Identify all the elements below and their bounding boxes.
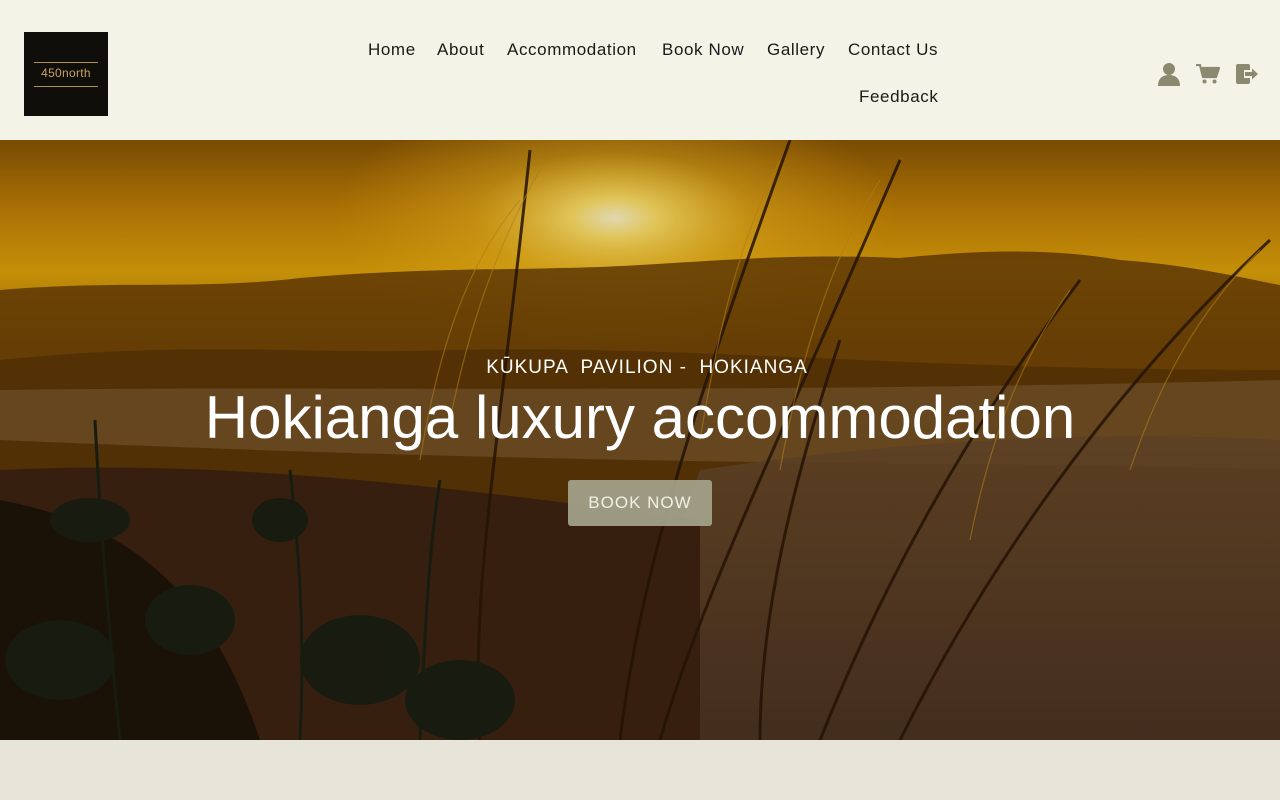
logo-rule-bottom <box>34 86 98 87</box>
hero-eyebrow: KŪKUPA PAVILION - HOKIANGA <box>486 357 808 378</box>
hero-headline: Hokianga luxury accommodation <box>204 384 1076 451</box>
nav-book-now[interactable]: Book Now <box>662 40 744 60</box>
user-icon[interactable] <box>1158 62 1180 86</box>
nav-contact-us[interactable]: Contact Us <box>848 40 938 60</box>
next-section <box>0 740 1280 800</box>
nav-home[interactable]: Home <box>368 40 416 60</box>
nav-about[interactable]: About <box>437 40 484 60</box>
site-logo[interactable]: 450north <box>24 32 108 116</box>
logout-icon[interactable] <box>1235 64 1259 84</box>
hero-banner: KŪKUPA PAVILION - HOKIANGA Hokianga luxu… <box>0 140 1280 740</box>
site-header: 450north Home About Accommodation Book N… <box>0 0 1280 140</box>
nav-accommodation[interactable]: Accommodation <box>507 40 637 60</box>
nav-feedback[interactable]: Feedback <box>859 87 938 107</box>
nav-gallery[interactable]: Gallery <box>767 40 825 60</box>
book-now-button[interactable]: BOOK NOW <box>568 480 712 526</box>
cart-icon[interactable] <box>1196 64 1220 84</box>
logo-rule-top <box>34 62 98 63</box>
logo-text: 450north <box>41 66 91 80</box>
